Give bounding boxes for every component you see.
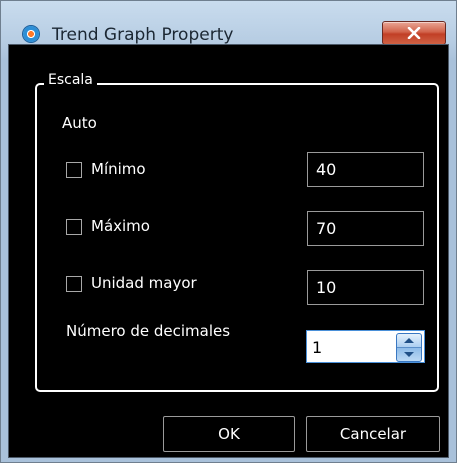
spin-down-icon[interactable]	[404, 352, 414, 357]
decimals-label: Número de decimales	[66, 322, 231, 340]
decimals-value: 1	[312, 338, 323, 357]
close-button[interactable]	[382, 21, 446, 45]
decimals-spinner[interactable]: 1	[306, 330, 425, 363]
cancel-button[interactable]: Cancelar	[306, 416, 440, 452]
scale-group-legend: Escala	[44, 72, 97, 88]
maximo-label: Máximo	[91, 217, 150, 235]
minimo-input[interactable]	[307, 152, 424, 187]
spin-up-icon[interactable]	[404, 338, 414, 343]
unidad-mayor-input[interactable]	[307, 270, 424, 305]
unidad-mayor-label: Unidad mayor	[91, 274, 197, 292]
maximo-checkbox[interactable]	[66, 219, 82, 235]
spin-divider	[397, 347, 421, 348]
auto-label: Auto	[62, 114, 97, 132]
close-icon	[407, 27, 421, 39]
minimo-checkbox[interactable]	[66, 162, 82, 178]
ok-button[interactable]: OK	[163, 416, 295, 452]
minimo-label: Mínimo	[91, 160, 146, 178]
spinner-buttons	[396, 333, 422, 362]
unidad-mayor-checkbox[interactable]	[66, 276, 82, 292]
title-bar[interactable]: Trend Graph Property	[1, 1, 456, 45]
app-icon	[23, 26, 39, 42]
window-title: Trend Graph Property	[52, 25, 234, 45]
maximo-input[interactable]	[307, 211, 424, 246]
